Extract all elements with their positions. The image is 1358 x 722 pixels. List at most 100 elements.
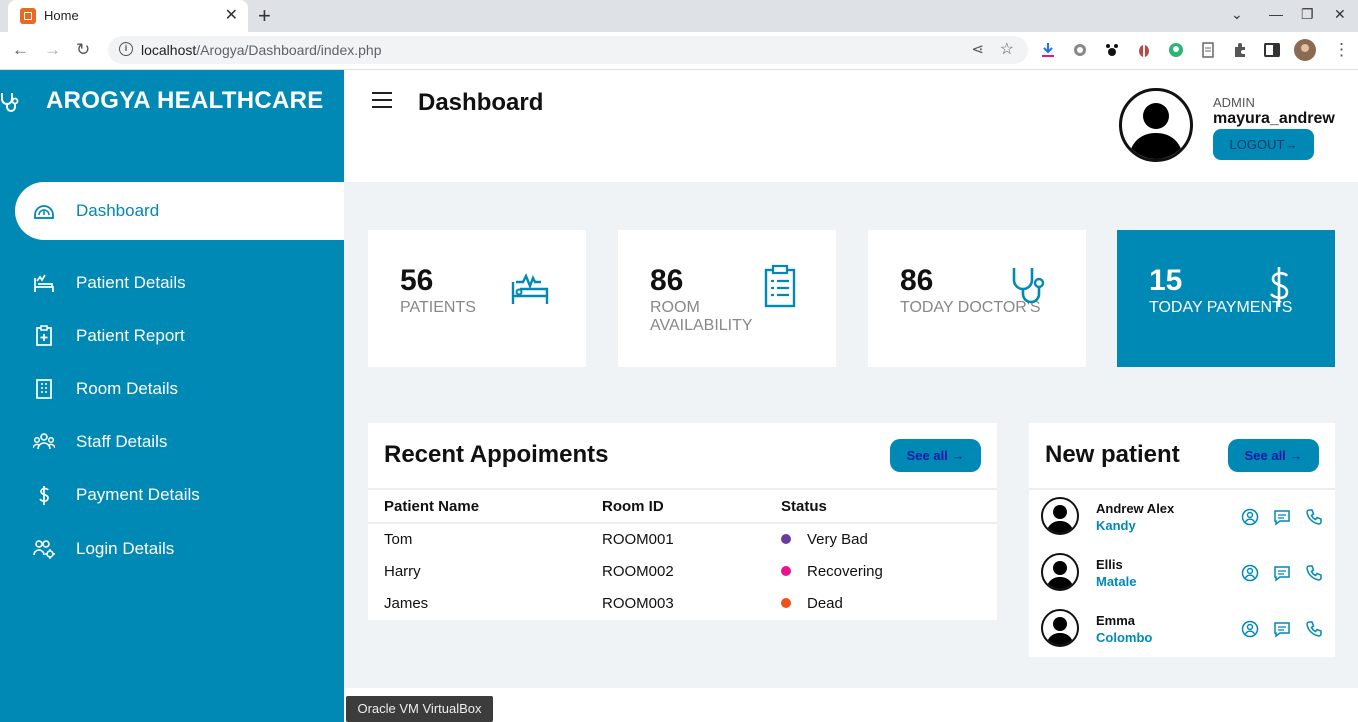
extensions-puzzle-icon[interactable] [1232, 42, 1248, 58]
appointments-table: Patient Name Room ID Status Tom ROOM001 … [368, 488, 997, 619]
username: mayura_andrew [1213, 110, 1335, 127]
new-patient-panel: New patient See all → Andrew Alex Kandy … [1029, 423, 1335, 657]
dollar-icon [1269, 267, 1289, 307]
new-tab-icon[interactable]: + [258, 3, 271, 29]
site-info-icon[interactable]: i [119, 42, 133, 56]
room-id-cell: ROOM002 [602, 562, 674, 580]
patient-city: Colombo [1096, 630, 1153, 645]
list-item[interactable]: Andrew Alex Kandy [1029, 489, 1335, 545]
new-patient-see-all-button[interactable]: See all → [1228, 439, 1319, 472]
reload-icon[interactable]: ↻ [76, 40, 90, 60]
profile-avatar-icon[interactable] [1294, 39, 1316, 61]
phone-icon[interactable] [1305, 508, 1323, 526]
user-role: ADMIN [1213, 95, 1255, 110]
group-icon [33, 433, 55, 450]
stat-value: 86 [650, 264, 684, 297]
patient-name-cell: Tom [384, 531, 413, 548]
profile-icon[interactable] [1241, 508, 1259, 526]
sidebar-item-patient-report[interactable]: Patient Report [0, 313, 344, 359]
status-dot [781, 597, 791, 608]
download-icon[interactable] [1040, 42, 1056, 58]
stat-value: 15 [1149, 264, 1183, 297]
stat-card-patients: 56 PATIENTS [368, 230, 586, 367]
minimize-icon[interactable]: — [1269, 6, 1283, 22]
browser-tab[interactable]: Home ✕ [8, 0, 248, 32]
extension-bug-icon[interactable] [1136, 42, 1152, 58]
forward-icon[interactable]: → [44, 40, 61, 60]
hamburger-menu-icon[interactable] [372, 92, 392, 108]
status-cell: Very Bad [765, 523, 997, 555]
stat-card-today-payments: 15 TODAY PAYMENTS [1117, 230, 1335, 367]
patient-city: Kandy [1096, 518, 1136, 533]
message-icon[interactable] [1273, 564, 1291, 582]
url-host: localhost [141, 42, 197, 58]
patient-name-cell: Harry [384, 562, 421, 580]
sidebar-item-login-details[interactable]: Login Details [0, 526, 344, 572]
patient-name: Ellis [1096, 557, 1123, 572]
address-row: ← → ↻ i localhost/Arogya/Dashboard/index… [0, 32, 1358, 70]
window-close-icon[interactable]: ✕ [1334, 6, 1346, 23]
profile-icon[interactable] [1241, 620, 1259, 638]
user-avatar[interactable] [1119, 88, 1193, 162]
sidebar-item-label: Staff Details [76, 432, 168, 451]
extension-page-icon[interactable] [1200, 42, 1216, 58]
back-icon[interactable]: ← [12, 40, 29, 60]
person-silhouette-icon [1046, 561, 1074, 589]
extension-paw-icon[interactable] [1104, 42, 1120, 58]
browser-chrome: Home ✕ + ⌄ — ❐ ✕ ← → ↻ i localhost/Arogy… [0, 0, 1358, 70]
logout-button[interactable]: LOGOUT→ [1213, 129, 1314, 160]
status-dot [781, 565, 791, 576]
sidebar-item-payment-details[interactable]: Payment Details [0, 472, 344, 518]
table-row[interactable]: James ROOM003 Dead [368, 587, 997, 619]
table-row[interactable]: Harry ROOM002 Recovering [368, 555, 997, 587]
sidebar-item-label: Patient Report [76, 326, 185, 345]
patient-avatar [1041, 609, 1079, 647]
extension-face-icon[interactable] [1168, 42, 1184, 58]
list-item[interactable]: Ellis Matale [1029, 545, 1335, 601]
browser-menu-icon[interactable]: ⋮ [1333, 40, 1350, 60]
sidebar-item-label: Login Details [76, 539, 175, 558]
sidebar-item-patient-details[interactable]: Patient Details [0, 260, 344, 306]
extension-gear-icon[interactable] [1072, 42, 1088, 58]
side-panel-icon[interactable] [1264, 42, 1280, 58]
patient-name: Andrew Alex [1096, 501, 1175, 516]
panel-title: New patient [1045, 441, 1180, 468]
phone-icon[interactable] [1305, 620, 1323, 638]
message-icon[interactable] [1273, 620, 1291, 638]
phone-icon[interactable] [1305, 564, 1323, 582]
recent-appointments-panel: Recent Appoiments See all → Patient Name… [368, 423, 997, 620]
tab-search-icon[interactable]: ⌄ [1231, 6, 1243, 23]
sidebar-item-room-details[interactable]: Room Details [0, 366, 344, 412]
top-bar: Dashboard ADMIN mayura_andrew LOGOUT→ [344, 70, 1358, 182]
column-header: Patient Name [368, 488, 586, 524]
sidebar-item-dashboard[interactable]: Dashboard [15, 182, 344, 240]
clipboard-plus-icon [36, 325, 52, 346]
clipboard-list-icon [764, 264, 796, 308]
table-row[interactable]: Tom ROOM001 Very Bad [368, 523, 997, 555]
url-text[interactable]: localhost/Arogya/Dashboard/index.php [141, 42, 382, 58]
sidebar-item-staff-details[interactable]: Staff Details [0, 419, 344, 465]
brand-name: AROGYA HEALTHCARE [46, 87, 324, 114]
panel-title: Recent Appoiments [384, 441, 609, 468]
address-bar[interactable]: i localhost/Arogya/Dashboard/index.php ⋖… [108, 36, 1028, 64]
status-dot [781, 534, 791, 545]
person-silhouette-icon [1046, 617, 1074, 645]
restore-icon[interactable]: ❐ [1301, 6, 1314, 23]
tab-title: Home [44, 8, 79, 23]
share-icon[interactable]: ⋖ [971, 40, 984, 58]
patient-avatar [1041, 497, 1079, 535]
list-item[interactable]: Emma Colombo [1029, 601, 1335, 657]
bed-icon [34, 274, 54, 292]
room-id-cell: ROOM001 [602, 531, 674, 548]
stat-value: 56 [400, 264, 434, 297]
message-icon[interactable] [1273, 508, 1291, 526]
url-path: /Arogya/Dashboard/index.php [196, 42, 382, 58]
status-text: Recovering [807, 562, 883, 580]
appointments-see-all-button[interactable]: See all → [890, 439, 981, 472]
bookmark-star-icon[interactable]: ☆ [1000, 39, 1014, 59]
person-silhouette-icon [1046, 505, 1074, 533]
table-header-row: Patient Name Room ID Status [368, 488, 997, 524]
tab-close-icon[interactable]: ✕ [225, 5, 238, 25]
profile-icon[interactable] [1241, 564, 1259, 582]
status-cell: Dead [765, 587, 997, 619]
